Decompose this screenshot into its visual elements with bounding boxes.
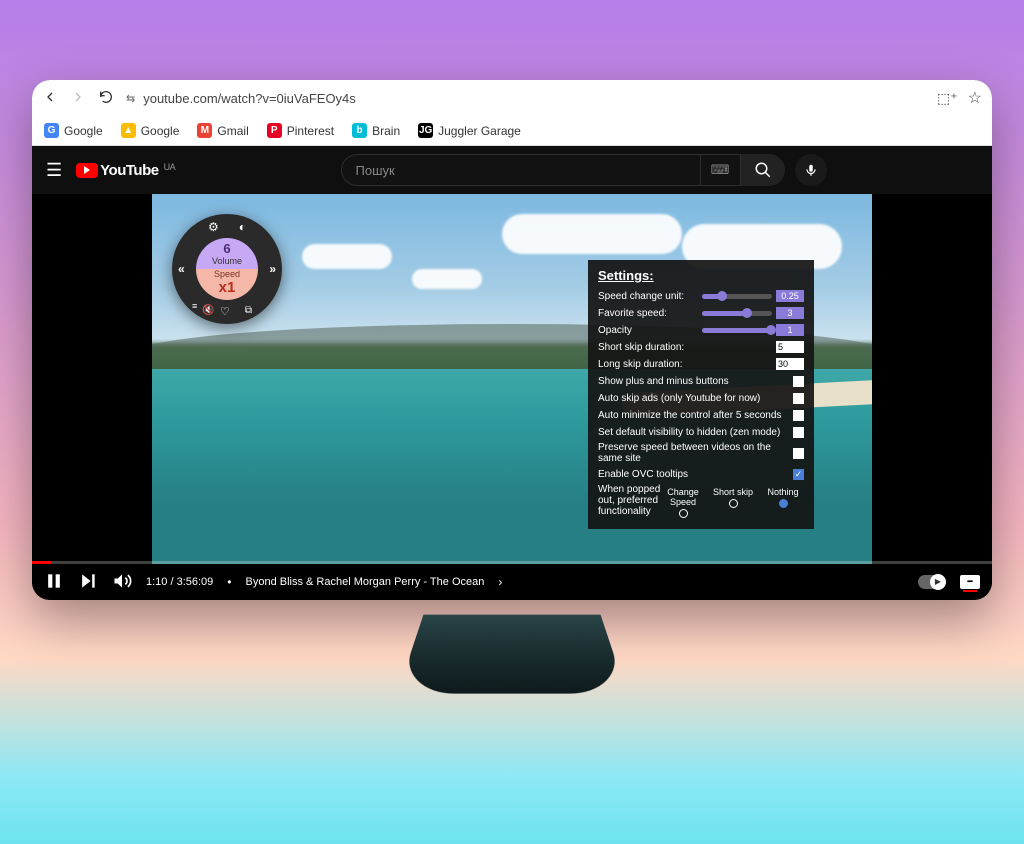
- bookmark-item[interactable]: GGoogle: [44, 123, 103, 138]
- mute-icon[interactable]: 🔇: [202, 305, 214, 316]
- subtitles-button[interactable]: ━: [960, 575, 980, 589]
- forward-icon[interactable]: »: [269, 262, 276, 276]
- time-display: 1:10 / 3:56:09: [146, 576, 213, 588]
- popped-radio-option[interactable]: Change Speed: [662, 487, 704, 518]
- pause-button[interactable]: [44, 571, 64, 594]
- search-button[interactable]: [741, 154, 785, 186]
- chapter-bullet: •: [227, 575, 231, 589]
- monitor-screen: ⇆ youtube.com/watch?v=0iuVaFEOy4s ⬚⁺ ☆ G…: [32, 80, 992, 600]
- bookmark-item[interactable]: MGmail: [197, 123, 248, 138]
- settings-title: Settings:: [598, 268, 804, 283]
- speed-unit-slider[interactable]: [702, 294, 772, 299]
- voice-search-button[interactable]: [795, 154, 827, 186]
- show-pm-checkbox[interactable]: [793, 376, 804, 387]
- bookmark-item[interactable]: ▲Google: [121, 123, 180, 138]
- short-skip-input[interactable]: [776, 341, 804, 353]
- ovc-circular-control[interactable]: ⚙ ◐ « » 🔇 ♡ ⧉ ≡ 6 Volume Speed x1: [172, 214, 282, 324]
- address-bar[interactable]: ⇆ youtube.com/watch?v=0iuVaFEOy4s: [126, 91, 925, 106]
- bookmark-item[interactable]: bBrain: [352, 123, 400, 138]
- youtube-header: ☰ YouTube UA Пошук ⌨: [32, 146, 992, 194]
- rewind-icon[interactable]: «: [178, 262, 185, 276]
- forward-button[interactable]: [70, 89, 86, 108]
- tooltips-checkbox[interactable]: [793, 469, 804, 480]
- popped-radio-option[interactable]: Nothing: [762, 487, 804, 508]
- reload-button[interactable]: [98, 89, 114, 108]
- monitor-stand: [397, 615, 627, 694]
- volume-icon[interactable]: [112, 571, 132, 594]
- player-controls: 1:10 / 3:56:09 • Byond Bliss & Rachel Mo…: [32, 564, 992, 600]
- gear-icon[interactable]: ⚙: [208, 220, 219, 234]
- url-text: youtube.com/watch?v=0iuVaFEOy4s: [143, 91, 356, 106]
- bookmark-item[interactable]: JGJuggler Garage: [418, 123, 521, 138]
- popped-radio-option[interactable]: Short skip: [712, 487, 754, 508]
- keyboard-icon[interactable]: ⌨: [701, 154, 741, 186]
- favorite-speed-slider[interactable]: [702, 311, 772, 316]
- next-button[interactable]: [78, 571, 98, 594]
- video-title[interactable]: Byond Bliss & Rachel Morgan Perry - The …: [246, 576, 485, 588]
- ovc-settings-panel: Settings: Speed change unit:0.25 Favorit…: [588, 260, 814, 529]
- bookmark-item[interactable]: PPinterest: [267, 123, 334, 138]
- video-player[interactable]: ⚙ ◐ « » 🔇 ♡ ⧉ ≡ 6 Volume Speed x1 Set: [32, 194, 992, 600]
- install-app-icon[interactable]: ⬚⁺: [937, 90, 958, 107]
- opacity-slider[interactable]: [702, 328, 772, 333]
- browser-toolbar: ⇆ youtube.com/watch?v=0iuVaFEOy4s ⬚⁺ ☆: [32, 80, 992, 116]
- chevron-right-icon[interactable]: ›: [498, 575, 502, 589]
- autoplay-toggle[interactable]: [918, 575, 946, 589]
- zen-mode-checkbox[interactable]: [793, 427, 804, 438]
- heart-icon[interactable]: ♡: [220, 305, 230, 318]
- bookmark-star-icon[interactable]: ☆: [968, 88, 982, 108]
- preserve-speed-checkbox[interactable]: [793, 448, 804, 459]
- speed-display: Speed x1: [196, 269, 258, 300]
- youtube-play-icon: [76, 163, 98, 178]
- site-info-icon[interactable]: ⇆: [126, 92, 135, 105]
- search-input[interactable]: Пошук: [341, 154, 701, 186]
- bookmarks-bar: GGoogle ▲Google MGmail PPinterest bBrain JGJu…: [32, 116, 992, 146]
- volume-display: 6 Volume: [196, 238, 258, 269]
- long-skip-input[interactable]: [776, 358, 804, 370]
- youtube-logo[interactable]: YouTube UA: [76, 162, 175, 179]
- menu-icon[interactable]: ☰: [46, 160, 62, 181]
- pip-icon[interactable]: ⧉: [245, 305, 252, 316]
- auto-skip-ads-checkbox[interactable]: [793, 393, 804, 404]
- back-button[interactable]: [42, 89, 58, 108]
- auto-minimize-checkbox[interactable]: [793, 410, 804, 421]
- speedometer-icon[interactable]: ◐: [239, 220, 246, 234]
- video-content: ⚙ ◐ « » 🔇 ♡ ⧉ ≡ 6 Volume Speed x1 Set: [152, 194, 872, 564]
- menu-lines-icon[interactable]: ≡: [192, 301, 197, 311]
